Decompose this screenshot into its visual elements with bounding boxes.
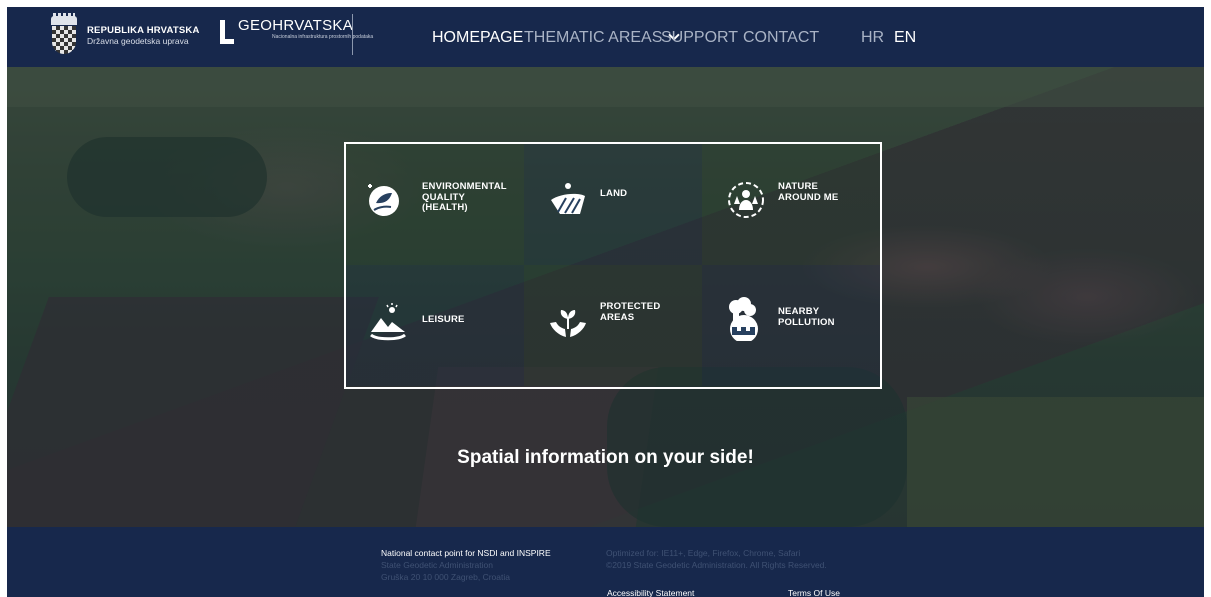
- tile-nature-around-me[interactable]: NATURE AROUND ME: [702, 144, 880, 265]
- hands-protect-plant-icon: [550, 310, 586, 337]
- lang-en[interactable]: EN: [894, 29, 916, 47]
- brand-geo-subtitle: Nacionalna infrastruktura prostornih pod…: [272, 34, 374, 40]
- top-header: REPUBLIKA HRVATSKA Državna geodetska upr…: [7, 7, 1204, 67]
- footer-contact-title: National contact point for NSDI and INSP…: [381, 548, 551, 558]
- mountain-sun-wave-icon: [370, 303, 406, 341]
- tile-protected-areas-label: PROTECTED AREAS: [600, 301, 661, 323]
- tile-land-label: LAND: [600, 188, 628, 199]
- footer-address: Gruška 20 10 000 Zagreb, Croatia: [381, 572, 510, 582]
- republika-hrvatska-logo[interactable]: REPUBLIKA HRVATSKA Državna geodetska upr…: [51, 13, 200, 56]
- field-furrows-icon: [551, 183, 585, 214]
- tile-nearby-pollution-label: NEARBY POLLUTION: [778, 306, 835, 328]
- page-frame: REPUBLIKA HRVATSKA Državna geodetska upr…: [7, 7, 1204, 597]
- tile-environmental-quality-label: ENVIRONMENTAL QUALITY (HEALTH): [422, 181, 507, 213]
- header-divider: [352, 14, 353, 55]
- croatian-coat-of-arms-icon: [51, 13, 77, 56]
- hero-tagline: Spatial information on your side!: [457, 447, 754, 468]
- tile-leisure-label: LEISURE: [422, 314, 465, 325]
- factory-smoke-icon: [729, 297, 758, 341]
- tile-land[interactable]: LAND: [524, 144, 702, 265]
- brand-rh-line1: REPUBLIKA HRVATSKA: [87, 25, 200, 36]
- hero-aerial-photo: ENVIRONMENTAL QUALITY (HEALTH) LAND NATU…: [7, 67, 1204, 527]
- nav-thematic-areas[interactable]: THEMATIC AREAS: [524, 29, 681, 47]
- person-with-trees-icon: [728, 182, 764, 218]
- tile-nearby-pollution[interactable]: NEARBY POLLUTION: [702, 265, 880, 386]
- lang-hr[interactable]: HR: [861, 29, 884, 47]
- footer-terms-link[interactable]: Terms Of Use: [788, 588, 840, 597]
- tile-environmental-quality[interactable]: ENVIRONMENTAL QUALITY (HEALTH): [346, 144, 524, 265]
- geohrvatska-logo[interactable]: GEOHRVATSKA Nacionalna infrastruktura pr…: [220, 18, 373, 46]
- geohrvatska-mark-icon: [220, 18, 234, 46]
- footer-copyright: ©2019 State Geodetic Administration. All…: [606, 560, 827, 570]
- page-footer: National contact point for NSDI and INSP…: [7, 527, 1204, 597]
- thematic-tiles-grid: ENVIRONMENTAL QUALITY (HEALTH) LAND NATU…: [344, 142, 882, 389]
- hands-leaf-plus-icon: [368, 184, 399, 216]
- nav-homepage[interactable]: HOMEPAGE: [432, 29, 523, 47]
- brand-rh-line2: Državna geodetska uprava: [87, 36, 189, 46]
- tile-nature-around-me-label: NATURE AROUND ME: [778, 181, 839, 203]
- tile-leisure[interactable]: LEISURE: [346, 265, 524, 386]
- tile-protected-areas[interactable]: PROTECTED AREAS: [524, 265, 702, 386]
- footer-org: State Geodetic Administration: [381, 560, 493, 570]
- nav-support[interactable]: SUPPORT: [661, 29, 738, 47]
- nav-contact[interactable]: CONTACT: [743, 29, 819, 47]
- footer-accessibility-link[interactable]: Accessibility Statement: [607, 588, 694, 597]
- footer-optimized: Optimized for: IE11+, Edge, Firefox, Chr…: [606, 548, 801, 558]
- nav-thematic-areas-label: THEMATIC AREAS: [524, 29, 663, 46]
